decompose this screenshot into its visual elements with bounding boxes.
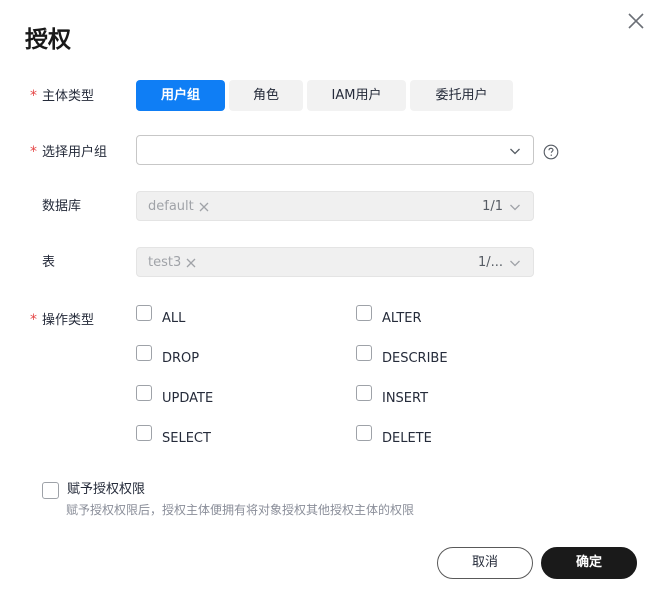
close-button[interactable] xyxy=(624,9,648,33)
chevron-down-icon xyxy=(510,204,520,211)
table-tag: test3 xyxy=(148,254,197,272)
checkbox-box[interactable] xyxy=(356,305,372,321)
close-icon xyxy=(628,13,644,29)
database-count: 1/1 xyxy=(482,199,503,214)
checkbox-box[interactable] xyxy=(136,385,152,401)
remove-tag-icon xyxy=(199,202,209,211)
segment-iam-user[interactable]: IAM用户 xyxy=(307,80,406,111)
required-mark: * xyxy=(30,144,37,160)
segment-role[interactable]: 角色 xyxy=(229,80,303,111)
table-label: 表 xyxy=(42,255,56,270)
checkbox-box[interactable] xyxy=(356,425,372,441)
segment-user-group[interactable]: 用户组 xyxy=(136,80,225,111)
grant-permission-hint: 赋予授权权限后，授权主体便拥有将对象授权其他授权主体的权限 xyxy=(66,503,415,517)
database-tag-text: default xyxy=(148,199,194,214)
checkbox-box[interactable] xyxy=(136,345,152,361)
checkbox-label: ALTER xyxy=(382,311,422,326)
chevron-down-icon xyxy=(510,148,520,155)
checkbox-box[interactable] xyxy=(136,425,152,441)
confirm-button[interactable]: 确定 xyxy=(541,547,637,579)
cancel-button[interactable]: 取消 xyxy=(437,547,533,579)
checkbox-label: DELETE xyxy=(382,431,432,446)
required-mark: * xyxy=(30,312,37,328)
operation-type-label-text: 操作类型 xyxy=(42,313,95,328)
checkbox-box[interactable] xyxy=(356,345,372,361)
user-group-label: * 选择用户组 xyxy=(30,143,107,162)
remove-tag-icon xyxy=(186,258,196,267)
database-label: 数据库 xyxy=(42,199,82,214)
checkbox-label: SELECT xyxy=(162,431,211,446)
help-icon[interactable] xyxy=(543,144,559,160)
user-group-label-text: 选择用户组 xyxy=(42,145,108,160)
segment-delegated-user[interactable]: 委托用户 xyxy=(410,80,513,111)
grant-permission-label: 赋予授权权限 xyxy=(67,482,146,497)
checkbox-label: INSERT xyxy=(382,391,429,406)
table-select: test3 1/... xyxy=(136,247,534,277)
database-select: default 1/1 xyxy=(136,191,534,221)
user-group-select[interactable] xyxy=(136,135,534,165)
chevron-down-icon xyxy=(510,260,520,267)
checkbox-label: UPDATE xyxy=(162,391,214,406)
checkbox-label: ALL xyxy=(162,311,186,326)
grant-permission-checkbox[interactable] xyxy=(42,482,59,499)
checkbox-label: DESCRIBE xyxy=(382,351,448,366)
checkbox-box[interactable] xyxy=(356,385,372,401)
dialog-title: 授权 xyxy=(25,27,71,53)
table-count: 1/... xyxy=(477,255,503,270)
authorize-dialog: 授权 * 主体类型 用户组 角色 IAM用户 委托用户 * 选择用户组 数据库 de… xyxy=(0,0,660,598)
subject-type-label: * 主体类型 xyxy=(30,87,94,106)
database-tag: default xyxy=(148,198,210,216)
checkbox-label: DROP xyxy=(162,351,200,366)
required-mark: * xyxy=(30,88,37,104)
operation-type-label: * 操作类型 xyxy=(30,311,94,330)
subject-type-label-text: 主体类型 xyxy=(42,89,95,104)
table-tag-text: test3 xyxy=(148,255,182,270)
checkbox-box[interactable] xyxy=(136,305,152,321)
